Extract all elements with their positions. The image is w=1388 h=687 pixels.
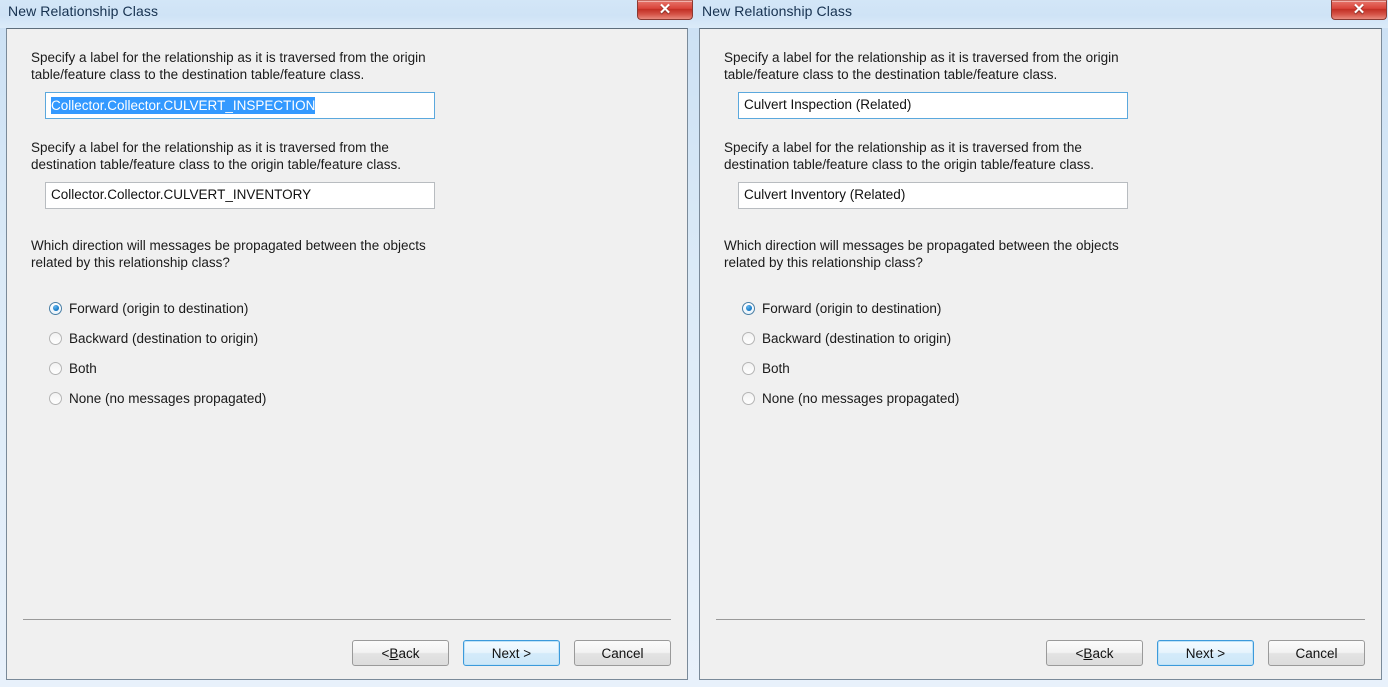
radio-label: Forward (origin to destination) [762, 300, 942, 316]
footer-separator [716, 619, 1365, 620]
window-new-relationship-class-left: New Relationship Class ✕ Specify a label… [0, 0, 694, 687]
desktop-background: New Relationship Class ✕ Specify a label… [0, 0, 1388, 687]
message-direction-radio-group: Forward (origin to destination) Backward… [742, 293, 1357, 413]
forward-label-input[interactable]: Collector.Collector.CULVERT_INSPECTION [45, 92, 435, 119]
radio-indicator-icon [49, 331, 62, 345]
window-title: New Relationship Class [8, 3, 159, 19]
message-direction-question: Which direction will messages be propaga… [724, 238, 1119, 270]
dialog-content: Specify a label for the relationship as … [700, 29, 1381, 619]
message-direction-radio-group: Forward (origin to destination) Backward… [49, 293, 663, 413]
radio-indicator-icon [742, 301, 755, 315]
back-button-prefix: < [381, 645, 390, 661]
dialog-button-row: < Back Next > Cancel [352, 640, 671, 666]
next-button[interactable]: Next > [463, 640, 560, 666]
radio-indicator-icon [49, 361, 62, 375]
radio-indicator-icon [742, 391, 755, 405]
forward-label-prompt: Specify a label for the relationship as … [724, 50, 1119, 82]
radio-label: None (no messages propagated) [69, 390, 267, 406]
close-button[interactable]: ✕ [1331, 0, 1387, 20]
dialog-client-area: Specify a label for the relationship as … [6, 28, 688, 680]
forward-label-prompt: Specify a label for the relationship as … [31, 50, 426, 82]
footer-separator [23, 619, 671, 620]
backward-label-value: Collector.Collector.CULVERT_INVENTORY [51, 187, 312, 202]
radio-label: Both [69, 360, 97, 376]
back-button[interactable]: < Back [352, 640, 449, 666]
radio-indicator-icon [742, 361, 755, 375]
forward-label-value: Collector.Collector.CULVERT_INSPECTION [51, 97, 316, 114]
radio-indicator-icon [49, 301, 62, 315]
dialog-client-area: Specify a label for the relationship as … [699, 28, 1382, 680]
dialog-button-row: < Back Next > Cancel [1046, 640, 1365, 666]
close-button[interactable]: ✕ [637, 0, 693, 20]
backward-label-input[interactable]: Collector.Collector.CULVERT_INVENTORY [45, 182, 435, 209]
next-button[interactable]: Next > [1157, 640, 1254, 666]
radio-option-both[interactable]: Both [49, 353, 663, 383]
title-bar: New Relationship Class ✕ [0, 0, 694, 28]
radio-option-forward[interactable]: Forward (origin to destination) [742, 293, 1357, 323]
radio-option-forward[interactable]: Forward (origin to destination) [49, 293, 663, 323]
close-icon: ✕ [658, 1, 672, 18]
back-button-suffix: ack [1092, 645, 1114, 661]
radio-label: Forward (origin to destination) [69, 300, 249, 316]
radio-indicator-icon [49, 391, 62, 405]
cancel-button[interactable]: Cancel [1268, 640, 1365, 666]
backward-label-prompt: Specify a label for the relationship as … [31, 140, 401, 172]
title-bar: New Relationship Class ✕ [694, 0, 1388, 28]
window-title: New Relationship Class [702, 3, 853, 19]
close-icon: ✕ [1352, 1, 1366, 18]
backward-label-input[interactable]: Culvert Inventory (Related) [738, 182, 1128, 209]
dialog-content: Specify a label for the relationship as … [7, 29, 687, 619]
back-button-accel: B [1083, 645, 1093, 661]
backward-label-prompt: Specify a label for the relationship as … [724, 140, 1094, 172]
dialog-footer: < Back Next > Cancel [7, 619, 687, 679]
dialog-footer: < Back Next > Cancel [700, 619, 1381, 679]
back-button[interactable]: < Back [1046, 640, 1143, 666]
backward-label-value: Culvert Inventory (Related) [744, 187, 906, 202]
radio-option-backward[interactable]: Backward (destination to origin) [742, 323, 1357, 353]
window-new-relationship-class-right: New Relationship Class ✕ Specify a label… [694, 0, 1388, 687]
radio-label: Backward (destination to origin) [69, 330, 259, 346]
radio-option-backward[interactable]: Backward (destination to origin) [49, 323, 663, 353]
cancel-button[interactable]: Cancel [574, 640, 671, 666]
message-direction-question: Which direction will messages be propaga… [31, 238, 426, 270]
radio-label: Backward (destination to origin) [762, 330, 952, 346]
radio-label: Both [762, 360, 790, 376]
forward-label-value: Culvert Inspection (Related) [744, 97, 912, 112]
radio-label: None (no messages propagated) [762, 390, 960, 406]
radio-indicator-icon [742, 331, 755, 345]
forward-label-input[interactable]: Culvert Inspection (Related) [738, 92, 1128, 119]
back-button-accel: B [389, 645, 399, 661]
back-button-suffix: ack [398, 645, 420, 661]
radio-option-both[interactable]: Both [742, 353, 1357, 383]
radio-option-none[interactable]: None (no messages propagated) [49, 383, 663, 413]
back-button-prefix: < [1075, 645, 1084, 661]
radio-option-none[interactable]: None (no messages propagated) [742, 383, 1357, 413]
